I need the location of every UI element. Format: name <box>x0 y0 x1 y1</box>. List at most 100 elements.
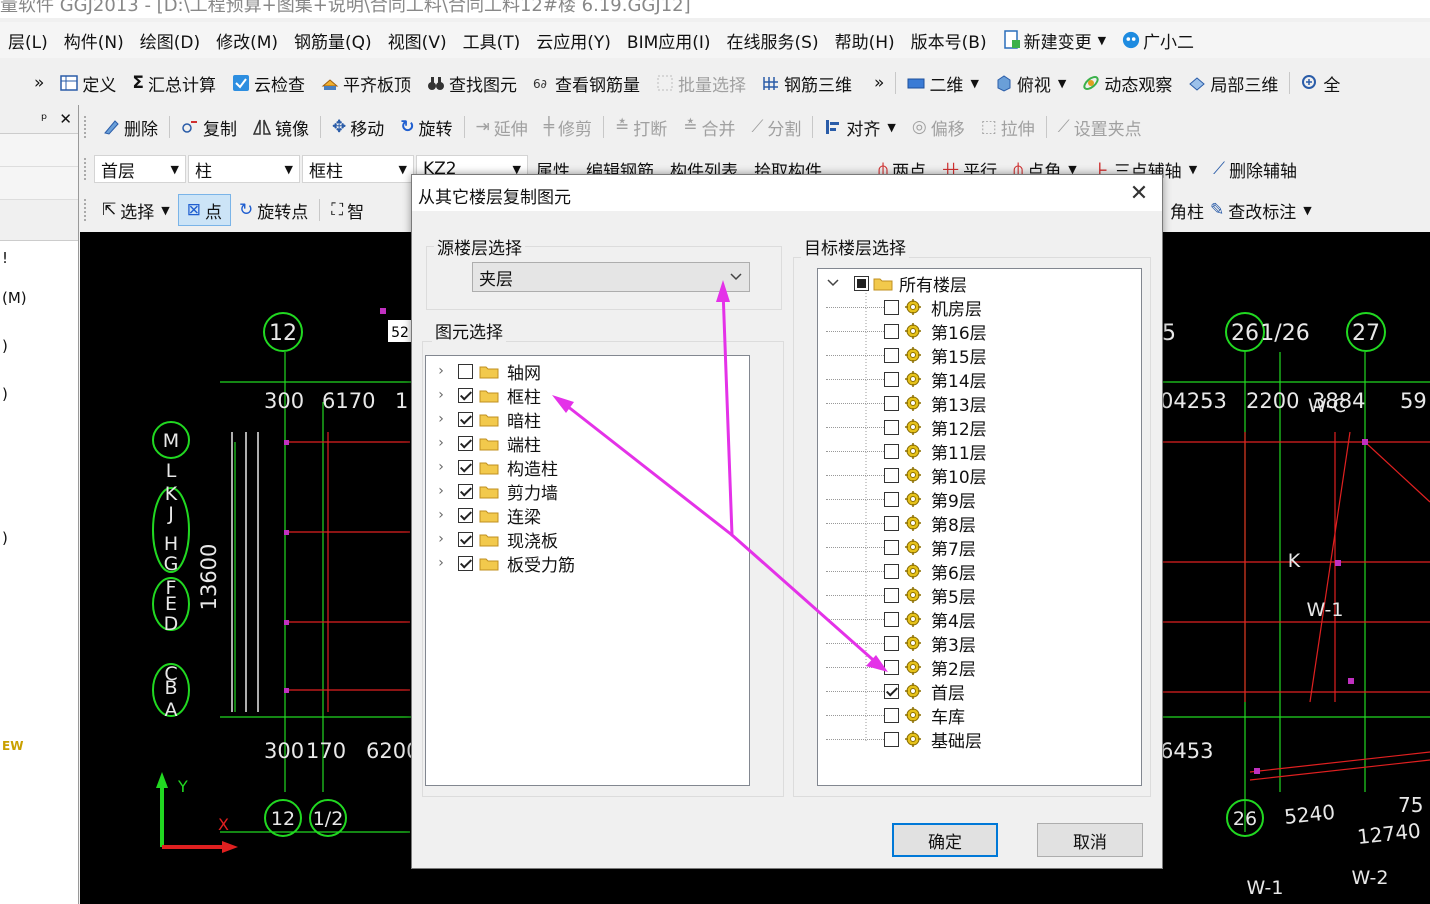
checkbox[interactable] <box>458 411 473 427</box>
checkbox[interactable] <box>884 539 899 555</box>
tree-item[interactable]: ! <box>0 249 78 271</box>
element-item-shear-wall[interactable]: › 剪力墙 <box>434 479 558 504</box>
target-floor-item[interactable]: 第6层 <box>826 559 976 584</box>
checkbox[interactable] <box>884 467 899 483</box>
target-floor-item[interactable]: 车库 <box>826 703 965 728</box>
target-floor-item[interactable]: 机房层 <box>826 295 982 320</box>
expand-chevron-icon[interactable]: › <box>434 459 448 475</box>
checkbox[interactable] <box>458 459 473 475</box>
target-floor-item[interactable]: 第10层 <box>826 463 987 488</box>
checkbox[interactable] <box>884 347 899 363</box>
local-3d-button[interactable]: 局部三维 <box>1180 71 1286 96</box>
view-2d-button[interactable]: 二维 ▼ <box>899 71 986 96</box>
select-button[interactable]: ⇱ 选择 ▼ <box>94 198 178 223</box>
dialog-titlebar[interactable]: 从其它楼层复制图元 ✕ <box>412 175 1162 211</box>
stretch-button[interactable]: ⬚ 拉伸 <box>973 115 1043 140</box>
element-item-constructional-column[interactable]: › 构造柱 <box>434 455 558 480</box>
toolbar-grip[interactable] <box>84 199 90 221</box>
tree-item[interactable]: ) <box>0 529 78 551</box>
checkbox[interactable] <box>884 419 899 435</box>
element-item-hidden-column[interactable]: › 暗柱 <box>434 407 541 432</box>
delete-button[interactable]: 删除 <box>94 115 166 140</box>
expand-chevron-icon[interactable]: › <box>434 531 448 547</box>
expand-chevron-icon[interactable]: › <box>434 363 448 379</box>
tree-item[interactable]: ) <box>0 385 78 407</box>
target-floor-item[interactable]: 首层 <box>826 679 965 704</box>
summary-calc-button[interactable]: Σ 汇总计算 <box>124 71 224 96</box>
menu-rebar[interactable]: 钢筋量(Q) <box>286 28 380 53</box>
tree-item[interactable]: ) <box>0 337 78 359</box>
toolbar-grip[interactable] <box>84 116 90 138</box>
move-button[interactable]: ✥ 移动 <box>324 115 392 140</box>
menu-help[interactable]: 帮助(H) <box>827 28 903 53</box>
target-floor-item[interactable]: 第9层 <box>826 487 976 512</box>
type-select[interactable]: 柱 ▼ <box>188 155 300 183</box>
toolbar-overflow-2[interactable]: » <box>860 73 892 93</box>
target-root-item[interactable]: 所有楼层 <box>826 271 967 296</box>
subtype-select[interactable]: 框柱 ▼ <box>302 155 414 183</box>
target-floor-item[interactable]: 第8层 <box>826 511 976 536</box>
checkbox[interactable] <box>458 483 473 499</box>
left-panel-tab[interactable] <box>0 167 78 200</box>
checkbox[interactable] <box>884 563 899 579</box>
view-rebar-qty-button[interactable]: 6∂ 查看钢筋量 <box>525 71 648 96</box>
cloud-check-button[interactable]: 云检查 <box>224 71 313 96</box>
point-button[interactable]: ⊠ 点 <box>177 194 231 226</box>
checkbox[interactable] <box>458 531 473 547</box>
target-floor-item[interactable]: 第13层 <box>826 391 987 416</box>
align-slab-top-button[interactable]: 平齐板顶 <box>313 71 419 96</box>
element-item-axis[interactable]: › 轴网 <box>434 359 541 384</box>
checkbox[interactable] <box>884 443 899 459</box>
checkbox[interactable] <box>884 491 899 507</box>
define-button[interactable]: 定义 <box>52 71 124 96</box>
expand-chevron-icon[interactable]: › <box>434 387 448 403</box>
checkbox[interactable] <box>884 299 899 315</box>
close-icon[interactable]: ✕ <box>59 110 72 128</box>
menu-draw[interactable]: 绘图(D) <box>132 28 208 53</box>
delete-axis-button[interactable]: ⟋ 删除辅轴 <box>1205 157 1305 182</box>
target-floor-item[interactable]: 第5层 <box>826 583 976 608</box>
target-floor-item[interactable]: 第16层 <box>826 319 987 344</box>
checkbox[interactable] <box>884 371 899 387</box>
copy-button[interactable]: 复制 <box>173 115 245 140</box>
menu-floor[interactable]: 层(L) <box>0 28 56 53</box>
element-item-cast-slab[interactable]: › 现浇板 <box>434 527 558 552</box>
element-item-coupling-beam[interactable]: › 连梁 <box>434 503 541 528</box>
checkbox[interactable] <box>458 555 473 571</box>
target-floor-item[interactable]: 第2层 <box>826 655 976 680</box>
target-floor-item[interactable]: 第11层 <box>826 439 987 464</box>
expand-chevron-icon[interactable]: › <box>434 411 448 427</box>
merge-button[interactable]: ≛ 合并 <box>675 115 743 140</box>
break-button[interactable]: ≛ 打断 <box>607 115 675 140</box>
close-icon[interactable]: ✕ <box>1116 175 1162 211</box>
checkbox[interactable] <box>854 275 869 291</box>
expand-chevron-icon[interactable]: › <box>434 507 448 523</box>
checkbox[interactable] <box>884 707 899 723</box>
batch-select-button[interactable]: 批量选择 <box>648 71 754 96</box>
target-floor-item[interactable]: 第7层 <box>826 535 976 560</box>
toolbar-grip[interactable] <box>84 158 90 180</box>
target-floor-item[interactable]: 第15层 <box>826 343 987 368</box>
top-view-button[interactable]: 俯视 ▼ <box>987 71 1074 96</box>
pin-icon[interactable]: ᵖ <box>41 110 47 128</box>
mirror-button[interactable]: 镜像 <box>245 115 317 140</box>
rebar-3d-button[interactable]: 钢筋三维 <box>754 71 860 96</box>
toolbar-overflow[interactable]: » <box>0 73 52 93</box>
menu-new-change[interactable]: 新建变更 ▼ <box>995 28 1114 53</box>
menu-version[interactable]: 版本号(B) <box>903 28 995 53</box>
menu-bim[interactable]: BIM应用(I) <box>619 28 719 53</box>
target-floor-item[interactable]: 第12层 <box>826 415 987 440</box>
checkbox[interactable] <box>884 659 899 675</box>
element-item-end-column[interactable]: › 端柱 <box>434 431 541 456</box>
trim-button[interactable]: ╪ 修剪 <box>536 115 600 140</box>
source-floor-select[interactable]: 夹层 <box>472 262 750 292</box>
menu-online[interactable]: 在线服务(S) <box>719 28 827 53</box>
checkbox[interactable] <box>884 323 899 339</box>
expand-chevron-icon[interactable]: › <box>434 435 448 451</box>
target-floor-item[interactable]: 第14层 <box>826 367 987 392</box>
ok-button[interactable]: 确定 <box>892 823 998 857</box>
checkbox[interactable] <box>458 387 473 403</box>
cancel-button[interactable]: 取消 <box>1037 823 1143 857</box>
find-element-button[interactable]: 查找图元 <box>419 71 525 96</box>
modify-annotation-button[interactable]: ✎ 查改标注 ▼ <box>1202 198 1320 223</box>
